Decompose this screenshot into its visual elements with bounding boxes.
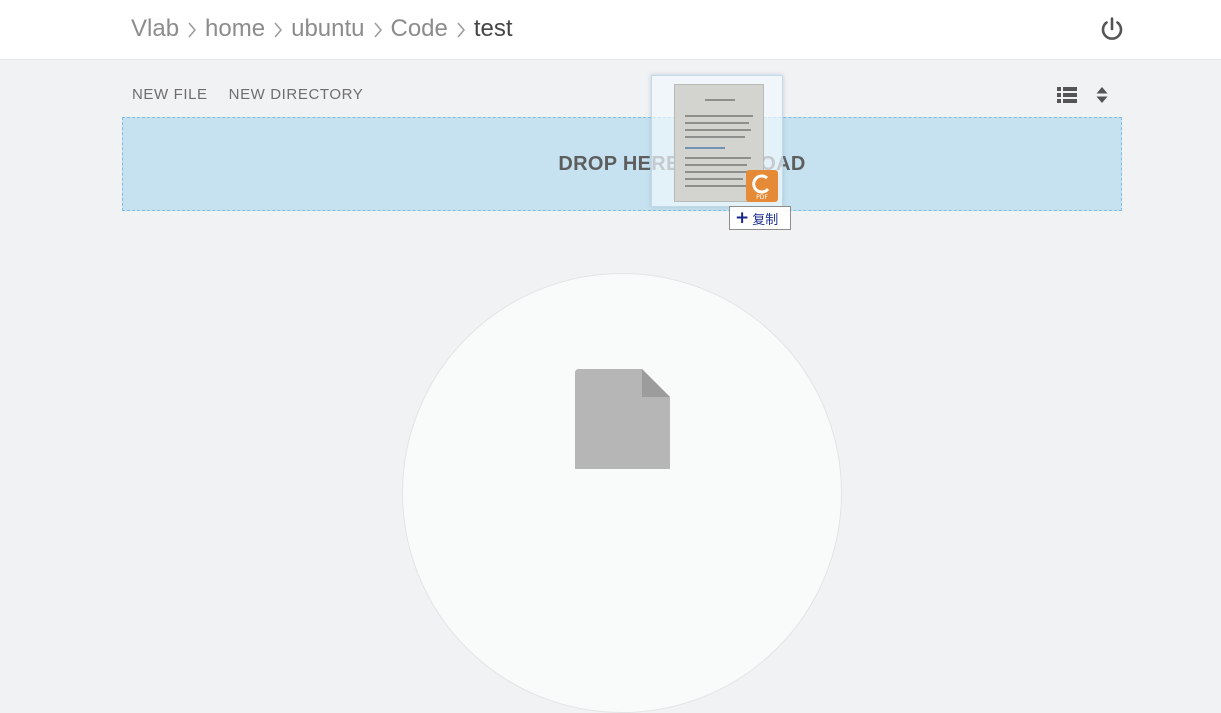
plus-icon: +	[735, 208, 750, 228]
file-toolbar: NEW FILE NEW DIRECTORY	[132, 86, 363, 103]
new-file-button[interactable]: NEW FILE	[132, 86, 208, 103]
sort-icon[interactable]	[1095, 86, 1109, 104]
breadcrumb-item-home[interactable]: home	[205, 15, 265, 43]
upload-dropzone[interactable]: DROP HERE TO UPLOAD	[122, 117, 1122, 211]
new-directory-button[interactable]: NEW DIRECTORY	[229, 86, 364, 103]
drag-preview: PDF	[651, 75, 783, 207]
pdf-file-icon: PDF	[746, 170, 778, 202]
empty-state-circle	[402, 273, 842, 713]
chevron-right-icon	[367, 16, 389, 42]
breadcrumb-item-ubuntu[interactable]: ubuntu	[291, 15, 364, 43]
breadcrumb: Vlab home ubuntu Code test	[131, 0, 513, 58]
breadcrumb-item-code[interactable]: Code	[391, 15, 448, 43]
copy-tooltip: + 复制	[729, 206, 791, 230]
breadcrumb-item-vlab[interactable]: Vlab	[131, 15, 179, 43]
chevron-right-icon	[267, 16, 289, 42]
copy-label: 复制	[752, 212, 779, 228]
chevron-right-icon	[450, 16, 472, 42]
list-view-icon[interactable]	[1057, 86, 1077, 104]
chevron-right-icon	[181, 16, 203, 42]
pdf-badge-text: PDF	[756, 194, 768, 201]
power-icon[interactable]	[1098, 15, 1126, 43]
file-icon	[575, 369, 670, 469]
breadcrumb-item-test[interactable]: test	[474, 15, 513, 43]
header-bar: Vlab home ubuntu Code test	[0, 0, 1221, 60]
